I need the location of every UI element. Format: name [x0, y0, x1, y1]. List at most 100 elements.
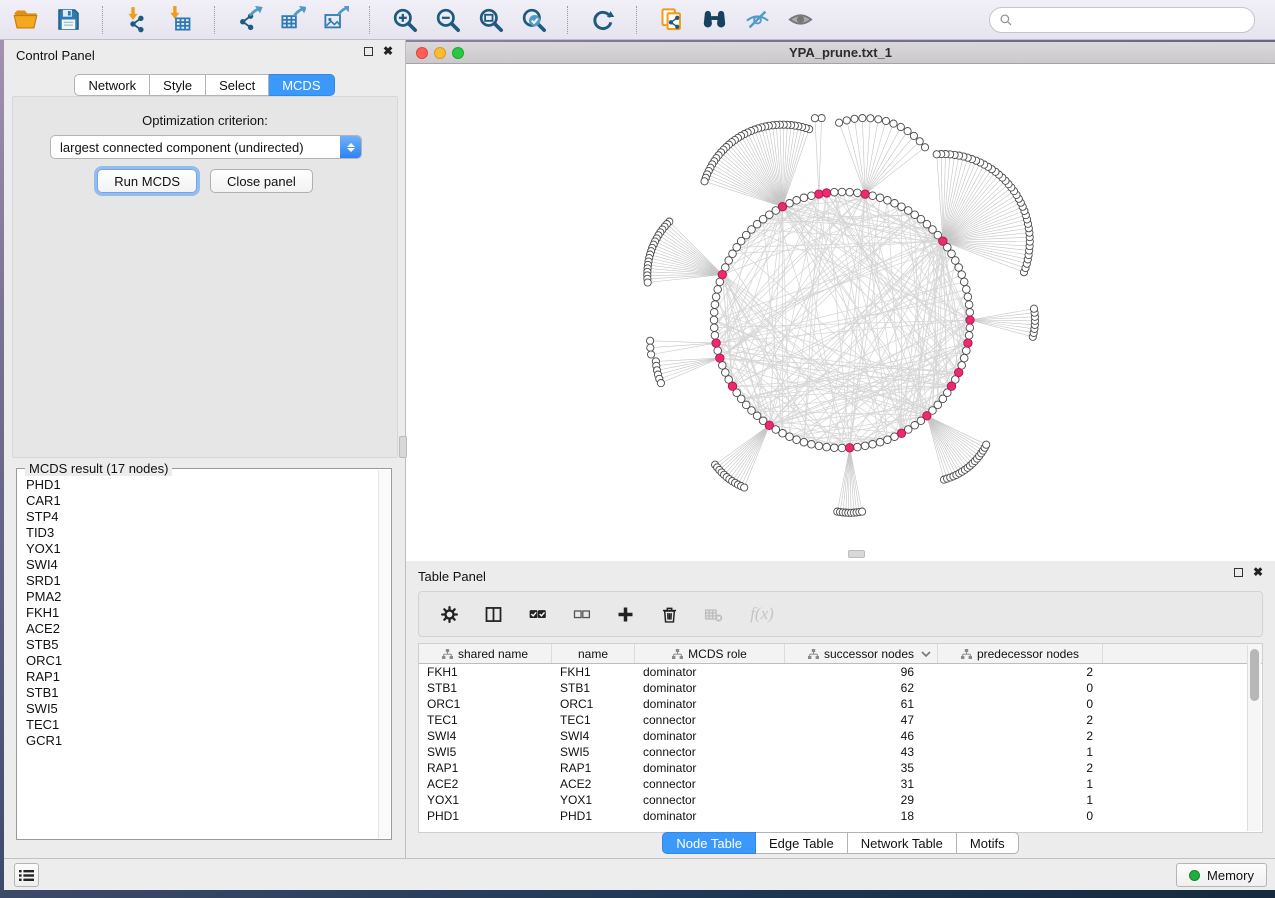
column-header-predecessor-nodes[interactable]: predecessor nodes: [938, 644, 1103, 663]
vertical-splitter-handle[interactable]: [399, 436, 407, 458]
export-table-icon[interactable]: [277, 5, 307, 35]
search-input[interactable]: [1019, 13, 1245, 28]
table-tab-network-table[interactable]: Network Table: [848, 832, 957, 854]
result-node[interactable]: RAP1: [26, 669, 378, 685]
result-node[interactable]: ACE2: [26, 621, 378, 637]
result-node[interactable]: FKH1: [26, 605, 378, 621]
open-folder-icon[interactable]: [10, 5, 40, 35]
table-row[interactable]: SWI5SWI5connector431: [419, 744, 1262, 760]
binoculars-icon[interactable]: [699, 5, 729, 35]
cell-shared-name: ORC1: [419, 696, 552, 712]
control-panel: Control Panel ✖ NetworkStyleSelectMCDS O…: [4, 40, 406, 858]
table-row[interactable]: FKH1FKH1dominator962: [419, 664, 1262, 680]
import-network-icon[interactable]: [122, 5, 152, 35]
table-tab-node-table[interactable]: Node Table: [662, 832, 756, 854]
mcds-result-list[interactable]: PHD1CAR1STP4TID3YOX1SWI4SRD1PMA2FKH1ACE2…: [18, 470, 378, 838]
table-row[interactable]: ORC1ORC1dominator610: [419, 696, 1262, 712]
table-row[interactable]: STB1STB1dominator620: [419, 680, 1262, 696]
function-builder-icon: f(x): [745, 602, 779, 626]
refresh-icon[interactable]: [587, 5, 617, 35]
deselect-all-icon[interactable]: [569, 602, 593, 626]
window-minimize-icon[interactable]: [434, 47, 446, 59]
column-header-shared-name[interactable]: shared name: [419, 644, 552, 663]
cell-predecessor-nodes: 2: [938, 664, 1103, 680]
table-row[interactable]: SWI4SWI4dominator462: [419, 728, 1262, 744]
horizontal-splitter-handle[interactable]: [848, 550, 865, 558]
cell-successor-nodes: 96: [785, 664, 938, 680]
zoom-selected-icon[interactable]: [518, 5, 548, 35]
table-scrollbar-thumb[interactable]: [1250, 649, 1259, 701]
result-node[interactable]: CAR1: [26, 493, 378, 509]
result-node[interactable]: ORC1: [26, 653, 378, 669]
sort-chevron-icon[interactable]: [921, 650, 931, 658]
result-node[interactable]: SWI5: [26, 701, 378, 717]
table-row[interactable]: PHD1PHD1dominator180: [419, 808, 1262, 824]
memory-button[interactable]: Memory: [1176, 863, 1267, 887]
cell-name: SWI4: [552, 728, 635, 744]
tab-network[interactable]: Network: [74, 74, 150, 96]
eye-icon[interactable]: [785, 5, 815, 35]
columns-icon[interactable]: [481, 602, 505, 626]
cell-name: RAP1: [552, 760, 635, 776]
cell-name: ACE2: [552, 776, 635, 792]
window-zoom-icon[interactable]: [452, 47, 464, 59]
settings-gear-icon[interactable]: [437, 602, 461, 626]
search-box[interactable]: [989, 7, 1255, 33]
graph-leaf-nodes[interactable]: [644, 115, 1039, 517]
eye-slash-icon[interactable]: [742, 5, 772, 35]
zoom-out-icon[interactable]: [432, 5, 462, 35]
network-document-icon[interactable]: [656, 5, 686, 35]
table-row[interactable]: RAP1RAP1dominator352: [419, 760, 1262, 776]
zoom-fit-icon[interactable]: [475, 5, 505, 35]
network-canvas[interactable]: [406, 64, 1275, 561]
window-close-icon[interactable]: [416, 47, 428, 59]
result-node[interactable]: STB5: [26, 637, 378, 653]
control-panel-titlebar: Control Panel ✖: [4, 40, 405, 70]
result-node[interactable]: PMA2: [26, 589, 378, 605]
export-network-icon[interactable]: [234, 5, 264, 35]
cell-predecessor-nodes: 1: [938, 792, 1103, 808]
tab-mcds[interactable]: MCDS: [269, 74, 334, 96]
close-panel-button[interactable]: Close panel: [210, 169, 313, 193]
float-panel-icon[interactable]: [364, 47, 373, 56]
run-mcds-button[interactable]: Run MCDS: [97, 169, 197, 193]
tab-style[interactable]: Style: [150, 74, 206, 96]
result-node[interactable]: PHD1: [26, 477, 378, 493]
export-image-icon[interactable]: [320, 5, 350, 35]
zoom-in-icon[interactable]: [389, 5, 419, 35]
optimization-criterion-select[interactable]: largest connected component (undirected): [50, 135, 362, 159]
table-tab-edge-table[interactable]: Edge Table: [756, 832, 848, 854]
table-row[interactable]: YOX1YOX1connector291: [419, 792, 1262, 808]
result-node[interactable]: YOX1: [26, 541, 378, 557]
result-node[interactable]: SRD1: [26, 573, 378, 589]
network-window-titlebar[interactable]: YPA_prune.txt_1: [406, 42, 1275, 64]
column-header-MCDS-role[interactable]: MCDS role: [635, 644, 785, 663]
close-table-panel-icon[interactable]: ✖: [1253, 568, 1263, 577]
select-all-icon[interactable]: [525, 602, 549, 626]
delete-column-icon[interactable]: [657, 602, 681, 626]
network-graph[interactable]: [406, 64, 1275, 561]
table-row[interactable]: TEC1TEC1connector472: [419, 712, 1262, 728]
result-node[interactable]: GCR1: [26, 733, 378, 749]
result-node[interactable]: STB1: [26, 685, 378, 701]
table-scrollbar[interactable]: [1247, 645, 1261, 831]
result-node[interactable]: TEC1: [26, 717, 378, 733]
task-history-button[interactable]: [14, 863, 39, 887]
cell-successor-nodes: 46: [785, 728, 938, 744]
table-row[interactable]: ACE2ACE2connector311: [419, 776, 1262, 792]
result-node[interactable]: TID3: [26, 525, 378, 541]
cell-predecessor-nodes: 1: [938, 776, 1103, 792]
network-view-window: YPA_prune.txt_1: [406, 42, 1275, 561]
result-node[interactable]: SWI4: [26, 557, 378, 573]
result-list-scrollbar[interactable]: [378, 470, 390, 838]
tab-select[interactable]: Select: [206, 74, 269, 96]
column-header-successor-nodes[interactable]: successor nodes: [785, 644, 938, 663]
add-column-icon[interactable]: [613, 602, 637, 626]
save-icon[interactable]: [53, 5, 83, 35]
column-header-name[interactable]: name: [552, 644, 635, 663]
import-table-icon[interactable]: [165, 5, 195, 35]
table-tab-motifs[interactable]: Motifs: [957, 832, 1019, 854]
float-table-panel-icon[interactable]: [1234, 568, 1243, 577]
close-panel-icon[interactable]: ✖: [383, 47, 393, 56]
result-node[interactable]: STP4: [26, 509, 378, 525]
